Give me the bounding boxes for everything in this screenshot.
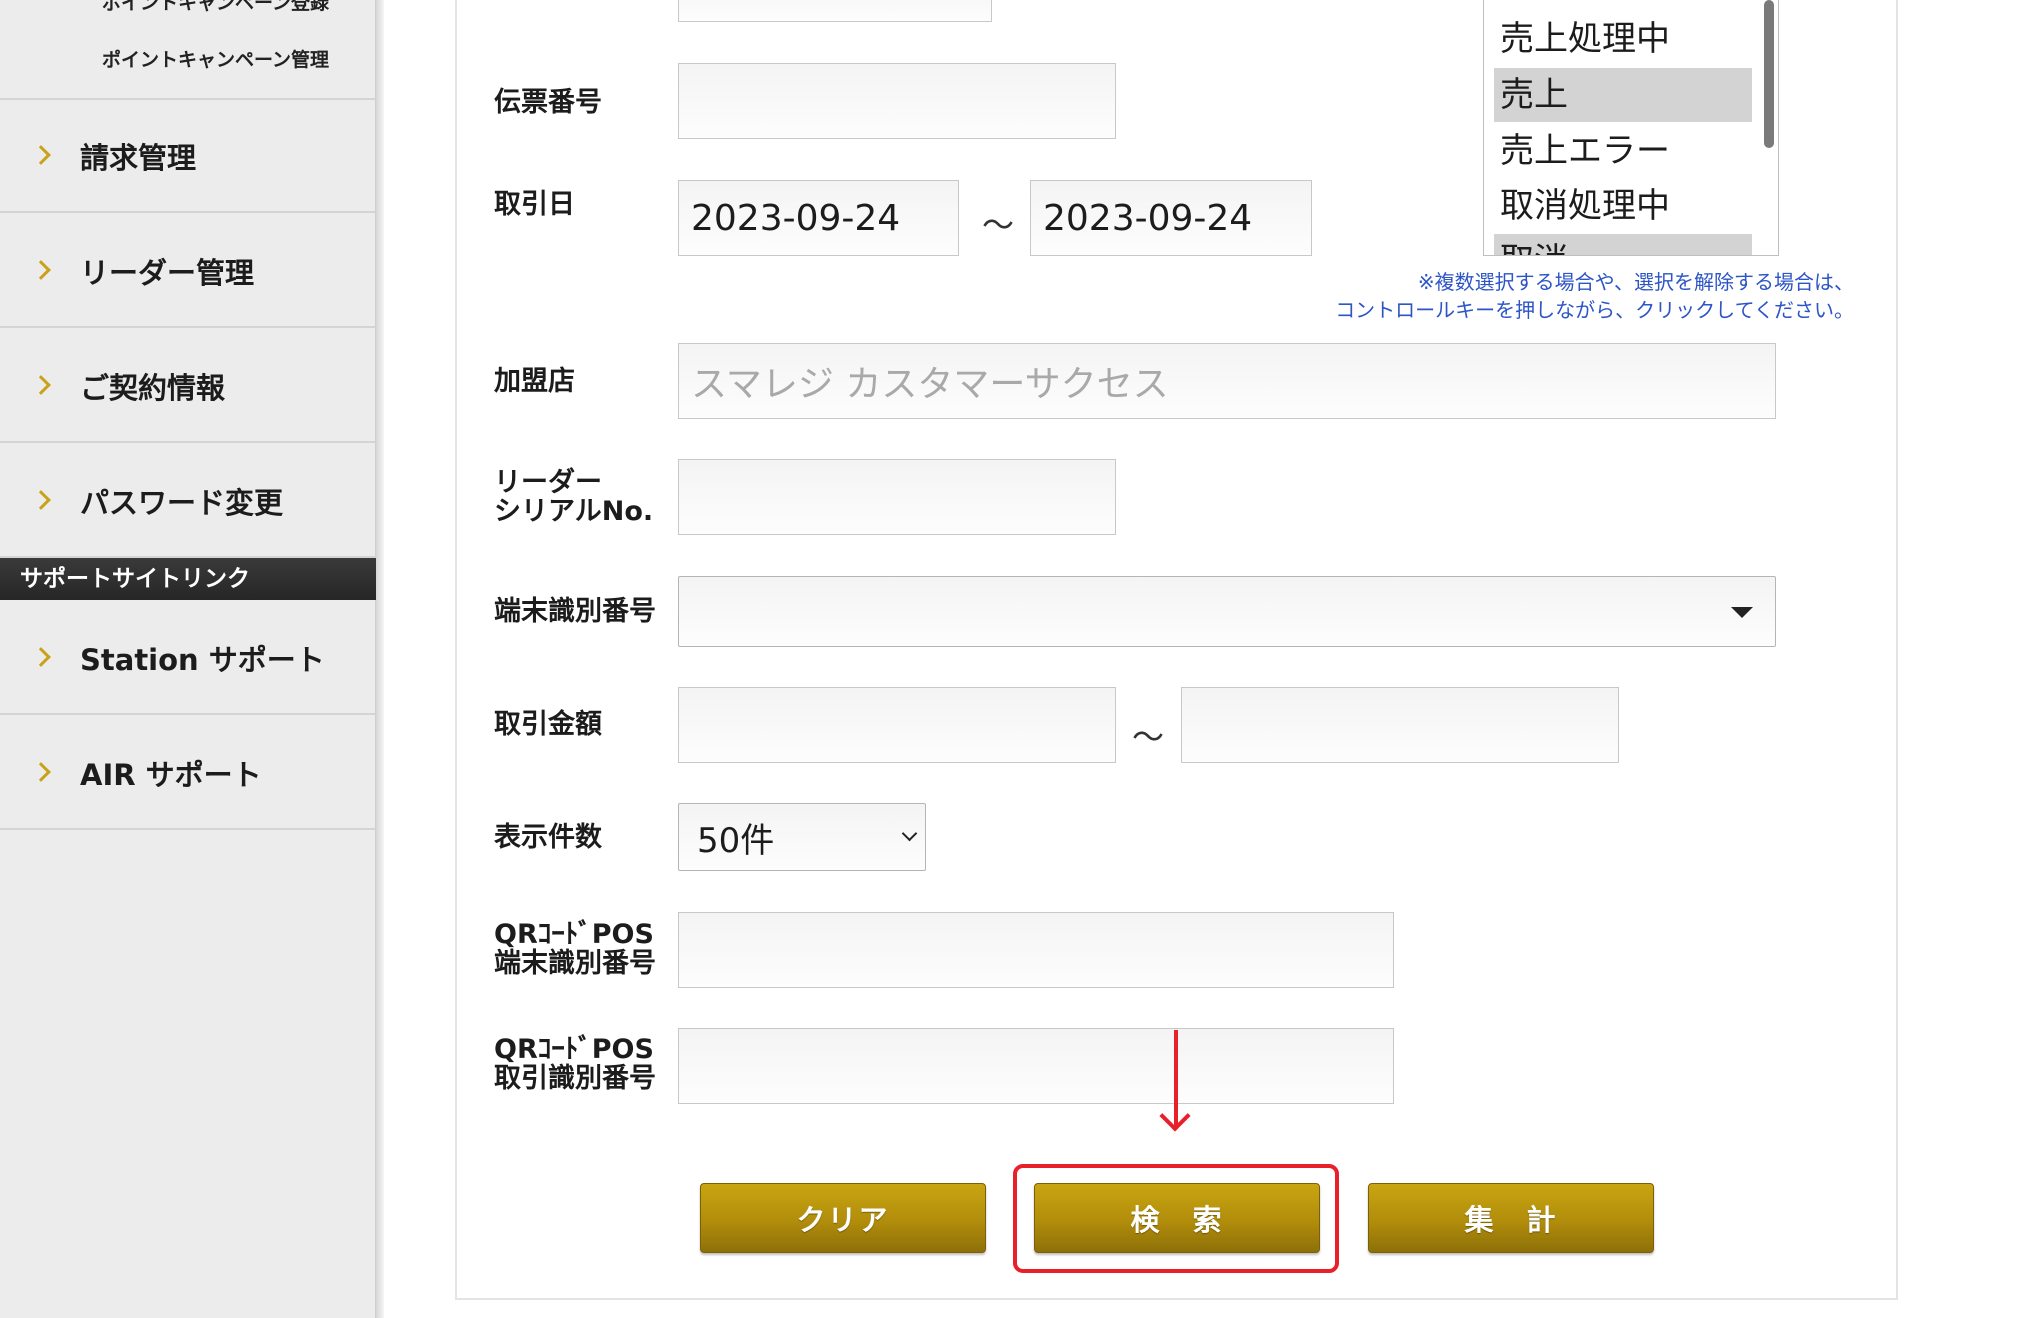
qr-terminal-id-label-line1: QRｺｰﾄﾞPOS xyxy=(494,919,654,950)
sidebar-item-label: Station サポート xyxy=(80,642,325,677)
multiselect-note-line2: コントロールキーを押しながら、クリックしてください。 xyxy=(1335,298,1854,322)
sidebar-item-label: リーダー管理 xyxy=(80,255,255,290)
sidebar-point-campaign-group: ポイントキャンペーン登録 ポイントキャンペーン管理 xyxy=(0,0,376,100)
transaction-date-to-input[interactable]: 2023-09-24 xyxy=(1030,180,1312,256)
search-button[interactable]: 検 索 xyxy=(1034,1183,1320,1253)
page-size-label: 表示件数 xyxy=(494,822,602,853)
qr-transaction-id-label-line1: QRｺｰﾄﾞPOS xyxy=(494,1034,654,1065)
qr-terminal-id-input[interactable] xyxy=(678,912,1394,988)
slip-number-label: 伝票番号 xyxy=(494,87,602,118)
page-size-select-value: 50件 xyxy=(697,820,775,861)
page-size-select[interactable]: 50件 xyxy=(678,803,926,871)
terminal-id-select[interactable] xyxy=(678,576,1776,647)
chevron-right-icon xyxy=(31,646,51,667)
listbox-scrollbar[interactable] xyxy=(1764,0,1774,148)
chevron-right-icon xyxy=(31,489,51,510)
amount-to-input[interactable] xyxy=(1181,687,1619,763)
sidebar-item-label: AIR サポート xyxy=(80,757,262,792)
previous-row-input[interactable] xyxy=(678,0,992,22)
merchant-input[interactable]: スマレジ カスタマーサクセス xyxy=(678,343,1776,419)
aggregate-button[interactable]: 集 計 xyxy=(1368,1183,1654,1253)
sidebar-item-contract-info[interactable]: ご契約情報 xyxy=(0,330,376,443)
status-option[interactable]: 取消 xyxy=(1494,234,1752,255)
status-option[interactable]: 売上処理中 xyxy=(1494,12,1752,66)
slip-number-input[interactable] xyxy=(678,63,1116,139)
sidebar-subitem-point-campaign-manage[interactable]: ポイントキャンペーン管理 xyxy=(102,45,329,72)
transaction-date-label: 取引日 xyxy=(494,189,575,220)
qr-terminal-id-label-line2: 端末識別番号 xyxy=(494,948,656,979)
chevron-right-icon xyxy=(31,259,51,280)
reader-serial-label-line1: リーダー xyxy=(494,467,602,498)
chevron-right-icon xyxy=(31,144,51,165)
sidebar: ポイントキャンペーン登録 ポイントキャンペーン管理 請求管理 リーダー管理 ご契… xyxy=(0,0,376,1318)
status-listbox[interactable]: 売上処理中 売上 売上エラー 取消処理中 取消 xyxy=(1483,0,1779,256)
qr-transaction-id-input[interactable] xyxy=(678,1028,1394,1104)
sidebar-item-label: パスワード変更 xyxy=(80,485,284,520)
clear-button[interactable]: クリア xyxy=(700,1183,986,1253)
reader-serial-input[interactable] xyxy=(678,459,1116,535)
dropdown-arrow-icon xyxy=(1731,606,1753,618)
merchant-label: 加盟店 xyxy=(494,366,575,397)
sidebar-item-label: ご契約情報 xyxy=(80,370,226,405)
status-option[interactable]: 取消処理中 xyxy=(1494,179,1752,233)
amount-from-input[interactable] xyxy=(678,687,1116,763)
chevron-right-icon xyxy=(31,761,51,782)
sidebar-item-billing[interactable]: 請求管理 xyxy=(0,100,376,213)
sidebar-item-password-change[interactable]: パスワード変更 xyxy=(0,445,376,558)
reader-serial-label-line2: シリアルNo. xyxy=(494,496,654,527)
sidebar-item-reader-management[interactable]: リーダー管理 xyxy=(0,215,376,328)
amount-label: 取引金額 xyxy=(494,709,602,740)
sidebar-divider xyxy=(376,0,384,1318)
chevron-right-icon xyxy=(31,374,51,395)
sidebar-item-label: 請求管理 xyxy=(80,140,197,175)
status-option-selected[interactable]: 売上 xyxy=(1494,68,1752,122)
qr-transaction-id-label-line2: 取引識別番号 xyxy=(494,1063,656,1094)
sidebar-subitem-point-campaign-register[interactable]: ポイントキャンペーン登録 xyxy=(102,0,329,15)
terminal-id-label: 端末識別番号 xyxy=(494,596,656,627)
sidebar-item-air-support[interactable]: AIR サポート xyxy=(0,717,376,830)
support-links-header: サポートサイトリンク xyxy=(0,558,376,600)
sidebar-item-station-support[interactable]: Station サポート xyxy=(0,602,376,715)
multiselect-note-line1: ※複数選択する場合や、選択を解除する場合は、 xyxy=(1417,270,1854,294)
date-range-separator: ～ xyxy=(982,206,1015,244)
status-option[interactable]: 売上エラー xyxy=(1494,124,1752,178)
chevron-down-icon xyxy=(901,825,918,842)
transaction-date-from-input[interactable]: 2023-09-24 xyxy=(678,180,959,256)
amount-range-separator: ～ xyxy=(1132,718,1165,756)
